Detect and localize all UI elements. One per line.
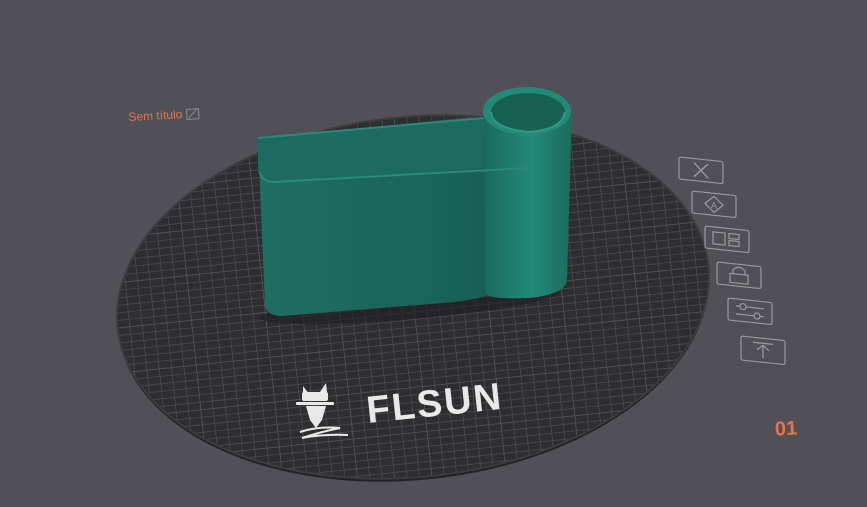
3d-viewport[interactable]: FLSUN bbox=[0, 0, 867, 507]
svg-text:A: A bbox=[711, 200, 717, 211]
plate-name-text: Sem título bbox=[128, 107, 183, 124]
3d-model[interactable] bbox=[257, 87, 572, 332]
plate-number: 01 bbox=[774, 417, 798, 441]
edit-icon[interactable] bbox=[186, 107, 200, 120]
